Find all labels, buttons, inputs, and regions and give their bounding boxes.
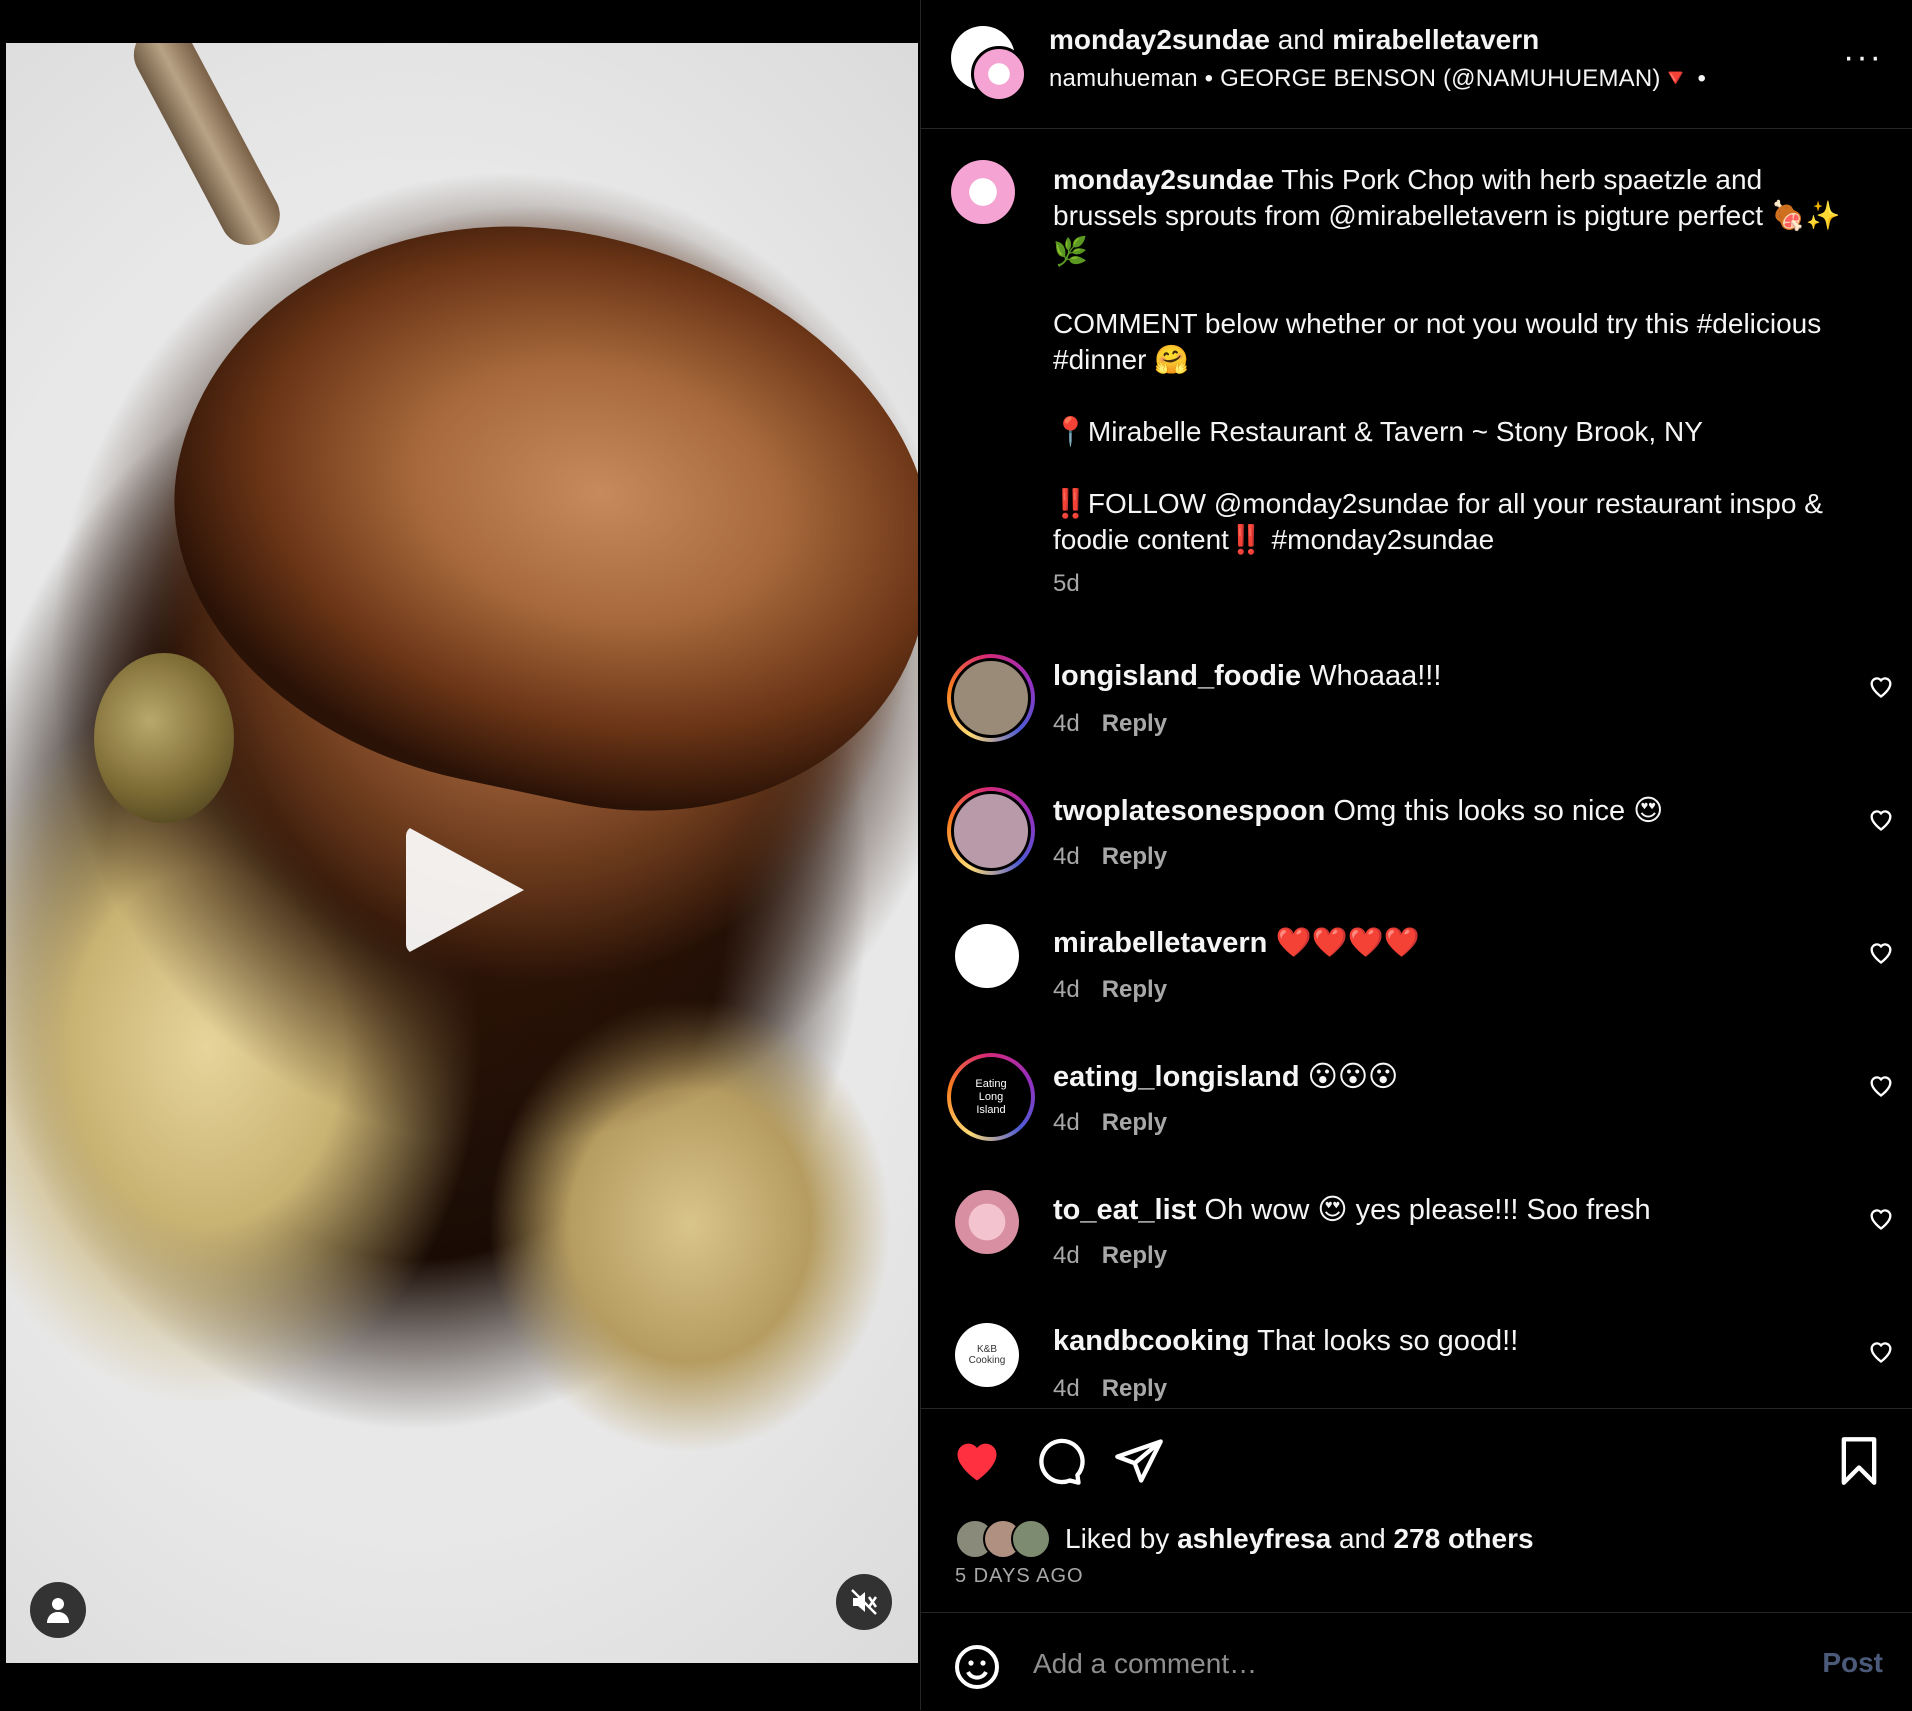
media-food-bone xyxy=(124,43,290,255)
post-actions: Liked by ashleyfresa and 278 others 5 DA… xyxy=(921,1408,1912,1609)
heart-icon[interactable] xyxy=(1867,1204,1895,1232)
header-authors: monday2sundae and mirabelletavern xyxy=(1049,24,1539,56)
comment-text: 😮😮😮 xyxy=(1307,1061,1399,1093)
comment-avatar[interactable] xyxy=(947,787,1035,875)
header-user1[interactable]: monday2sundae xyxy=(1049,24,1270,55)
header-avatar-monday2sundae[interactable] xyxy=(971,46,1027,102)
comment-username[interactable]: mirabelletavern xyxy=(1053,927,1267,959)
comment-username[interactable]: twoplatesonespoon xyxy=(1053,795,1325,827)
media-food-pork-chop xyxy=(126,160,918,866)
mute-icon[interactable] xyxy=(836,1574,892,1630)
liked-by-prefix: Liked by xyxy=(1065,1523,1170,1554)
audio-trailing-dot: • xyxy=(1697,65,1707,92)
comment-time[interactable]: 4d xyxy=(1053,1375,1080,1402)
add-comment-bar: Post xyxy=(921,1612,1912,1711)
user-tag-icon[interactable] xyxy=(30,1582,86,1638)
comment-text: Whoaaa!!! xyxy=(1309,660,1442,692)
reply-button[interactable]: Reply xyxy=(1102,843,1167,870)
bookmark-icon[interactable] xyxy=(1833,1435,1885,1487)
post-button[interactable]: Post xyxy=(1822,1647,1883,1679)
comment-username[interactable]: longisland_foodie xyxy=(1053,660,1301,692)
caption-username[interactable]: monday2sundae xyxy=(1053,164,1274,195)
post-side-panel: monday2sundae and mirabelletavern namuhu… xyxy=(920,0,1912,1710)
comment-time[interactable]: 4d xyxy=(1053,1242,1080,1269)
heart-icon[interactable] xyxy=(1867,1071,1895,1099)
emoji-icon[interactable] xyxy=(953,1643,1001,1691)
liked-by-joiner: and xyxy=(1338,1523,1386,1554)
reply-button[interactable]: Reply xyxy=(1102,710,1167,737)
comment-username[interactable]: to_eat_list xyxy=(1053,1194,1196,1226)
liker-avatar xyxy=(1011,1519,1051,1559)
audio-separator: • xyxy=(1204,65,1214,92)
comment-item: longisland_foodie Whoaaa!!! 4d Reply xyxy=(921,654,1912,787)
audio-user[interactable]: namuhueman xyxy=(1049,65,1198,92)
comment-text: Omg this looks so nice 😍 xyxy=(1333,795,1664,827)
heart-icon[interactable] xyxy=(1867,805,1895,833)
comment-icon[interactable] xyxy=(1033,1435,1085,1487)
reply-button[interactable]: Reply xyxy=(1102,976,1167,1003)
comment-avatar[interactable]: K&B Cooking xyxy=(955,1323,1019,1387)
liked-by-user[interactable]: ashleyfresa xyxy=(1177,1523,1331,1554)
caption-avatar[interactable] xyxy=(951,160,1015,224)
comment-avatar[interactable] xyxy=(947,654,1035,742)
comment-avatar[interactable]: Eating Long Island xyxy=(947,1053,1035,1141)
comment-text: That looks so good!! xyxy=(1257,1325,1519,1357)
liked-by-others[interactable]: 278 others xyxy=(1393,1523,1533,1554)
heart-icon[interactable] xyxy=(1867,1337,1895,1365)
comment-avatar[interactable] xyxy=(955,1190,1019,1254)
caption-text: monday2sundae This Pork Chop with herb s… xyxy=(1053,162,1873,558)
comment-time[interactable]: 4d xyxy=(1053,843,1080,870)
comment-avatar[interactable] xyxy=(955,924,1019,988)
comment-item: Eating Long Island eating_longisland 😮😮😮… xyxy=(921,1053,1912,1186)
comment-username[interactable]: eating_longisland xyxy=(1053,1061,1300,1093)
heart-icon[interactable] xyxy=(951,1435,1003,1487)
header-joiner: and xyxy=(1277,24,1325,55)
comment-avatar-label: K&B Cooking xyxy=(968,1344,1006,1366)
play-icon[interactable] xyxy=(406,826,524,954)
comment-text: Oh wow 😍 yes please!!! Soo fresh xyxy=(1204,1194,1651,1226)
comment-username[interactable]: kandbcooking xyxy=(1053,1325,1250,1357)
liked-by-text: Liked by ashleyfresa and 278 others xyxy=(1065,1523,1534,1555)
media-food-brussels-sprout xyxy=(94,653,234,823)
comment-time[interactable]: 4d xyxy=(1053,976,1080,1003)
heart-icon[interactable] xyxy=(1867,938,1895,966)
comment-item: to_eat_list Oh wow 😍 yes please!!! Soo f… xyxy=(921,1186,1912,1319)
header-audio[interactable]: namuhueman • GEORGE BENSON (@NAMUHUEMAN)… xyxy=(1049,64,1706,93)
comment-text: ❤️❤️❤️❤️ xyxy=(1275,927,1420,959)
reply-button[interactable]: Reply xyxy=(1102,1375,1167,1402)
comment-item: twoplatesonespoon Omg this looks so nice… xyxy=(921,787,1912,920)
reply-button[interactable]: Reply xyxy=(1102,1242,1167,1269)
comment-time[interactable]: 4d xyxy=(1053,710,1080,737)
comment-item: mirabelletavern ❤️❤️❤️❤️ 4d Reply xyxy=(921,920,1912,1053)
add-comment-input[interactable] xyxy=(1031,1639,1755,1689)
audio-title[interactable]: GEORGE BENSON (@NAMUHUEMAN)🔻 xyxy=(1220,65,1691,92)
comment-time[interactable]: 4d xyxy=(1053,1109,1080,1136)
more-icon[interactable]: ··· xyxy=(1843,38,1883,77)
share-icon[interactable] xyxy=(1113,1435,1165,1487)
liked-by-row[interactable]: Liked by ashleyfresa and 278 others xyxy=(955,1519,1534,1559)
post-date: 5 DAYS AGO xyxy=(955,1565,1084,1587)
post-header: monday2sundae and mirabelletavern namuhu… xyxy=(921,0,1912,129)
caption-time[interactable]: 5d xyxy=(1053,570,1080,598)
heart-icon[interactable] xyxy=(1867,672,1895,700)
reply-button[interactable]: Reply xyxy=(1102,1109,1167,1136)
header-user2[interactable]: mirabelletavern xyxy=(1332,24,1539,55)
post-media-video[interactable] xyxy=(6,43,918,1663)
comment-avatar-label: Eating Long Island xyxy=(975,1077,1007,1116)
caption-body: This Pork Chop with herb spaetzle and br… xyxy=(1053,164,1841,555)
